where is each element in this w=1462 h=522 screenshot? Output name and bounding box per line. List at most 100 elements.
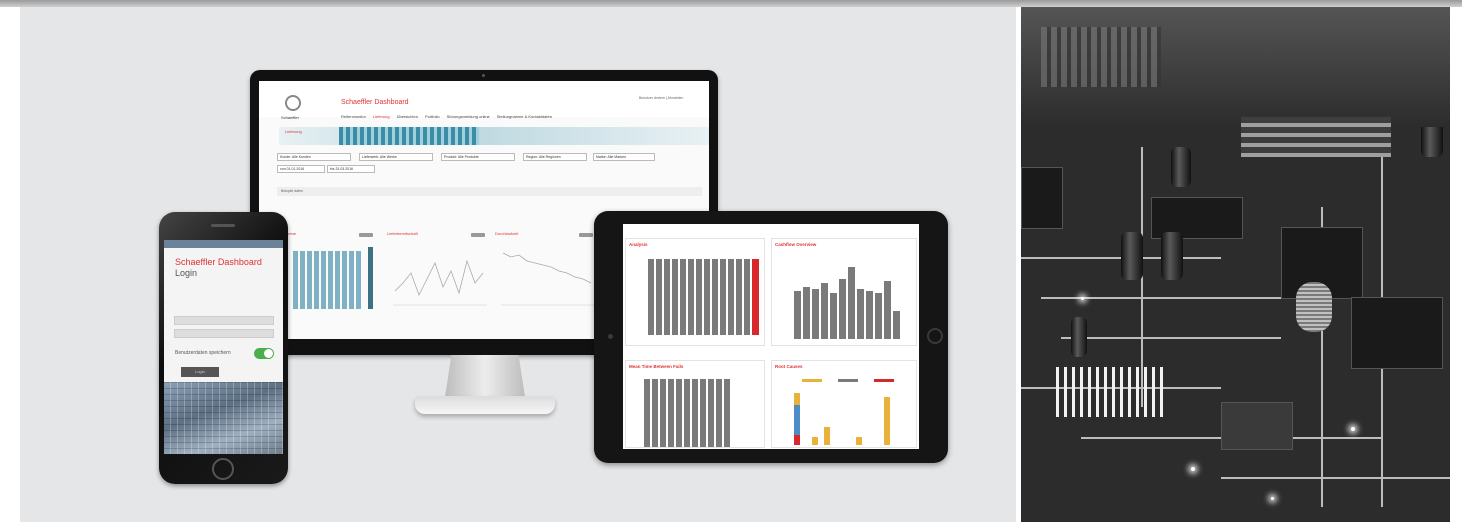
chart-bar — [676, 379, 682, 447]
header-account-links[interactable]: Benutzer ändern | Abmelden — [639, 96, 683, 100]
chart-bar — [716, 379, 722, 447]
chart-bar — [744, 259, 750, 335]
pcb-trace — [1061, 337, 1281, 339]
filter-date-to[interactable]: bis 31.03.2016 — [327, 165, 375, 173]
chart-bar — [664, 259, 670, 335]
monitor-base — [415, 396, 555, 414]
legend-swatch — [874, 379, 894, 382]
chart-bar — [812, 437, 818, 445]
chart-bar — [708, 379, 714, 447]
pcb-capacitor — [1161, 232, 1183, 280]
chart-toggle[interactable] — [359, 233, 373, 237]
chart-bar — [794, 435, 800, 445]
chart-bar — [356, 251, 361, 309]
panel-title-root-causes: Root Causes — [775, 364, 803, 369]
schaeffler-logo-icon[interactable] — [285, 95, 301, 111]
chart-bar — [328, 251, 333, 309]
pcb-chip — [1221, 402, 1293, 450]
chart-bar — [875, 293, 882, 339]
pcb-pin-header — [1056, 367, 1166, 417]
tablet-home-button[interactable] — [927, 328, 943, 344]
filter-marke[interactable]: Marke: Alle Marken — [593, 153, 655, 161]
pcb-light-glow — [1191, 467, 1195, 471]
filter-kunde[interactable]: Kunde: Alle Kunden — [277, 153, 351, 161]
pcb-chip — [1021, 167, 1063, 229]
chart-bar — [720, 259, 726, 335]
banner-image — [339, 127, 479, 145]
legend-swatch — [838, 379, 858, 382]
phone-login-heading: Login — [175, 268, 198, 278]
chart-bar — [856, 437, 862, 445]
panel-root-causes: Root Causes — [771, 360, 917, 448]
filter-region[interactable]: Region: Alle Regionen — [523, 153, 587, 161]
chart-bar — [824, 427, 830, 445]
phone-status-bar — [164, 240, 283, 248]
pcb-capacitor — [1171, 147, 1191, 187]
username-field[interactable] — [174, 316, 274, 325]
chart-bar — [830, 293, 837, 339]
info-bar: Beispiel daten — [277, 187, 702, 196]
panel-analysis: Analysis — [625, 238, 765, 346]
root-causes-bar-chart — [794, 387, 912, 445]
chart-toggle[interactable] — [579, 233, 593, 237]
lieferbereitschaft-line-chart — [393, 259, 487, 306]
pcb-components-blurred — [1241, 117, 1391, 157]
circuit-board-photo — [1021, 7, 1450, 522]
chart-bar — [342, 251, 347, 309]
chart-bar — [794, 291, 801, 339]
chart-bar — [672, 259, 678, 335]
pcb-components-blurred — [1041, 27, 1161, 87]
dashboard-nav: Reifenmonitor Lieferung Übersichten Port… — [341, 114, 552, 119]
nav-item-stoerungsmeldung[interactable]: Störungsmeldung online — [447, 114, 490, 119]
panel-cashflow-overview: Cashflow Overview — [771, 238, 917, 346]
remember-me-toggle[interactable] — [254, 348, 274, 359]
chart-bar — [736, 259, 742, 335]
nav-item-uebersichten[interactable]: Übersichten — [397, 114, 418, 119]
chart-bar — [692, 379, 698, 447]
dashboard-title: Schaeffler Dashboard — [341, 99, 409, 106]
chart-bar — [803, 287, 810, 339]
pcb-light-glow — [1081, 297, 1084, 300]
pcb-inductor-coil — [1296, 282, 1332, 332]
phone-home-button[interactable] — [212, 458, 234, 480]
pcb-chip — [1351, 297, 1443, 369]
filter-bar: Kunde: Alle Kunden Lieferwerk: Alle Werk… — [277, 153, 697, 183]
monitor-stand — [445, 355, 525, 397]
chart-bar — [680, 259, 686, 335]
chart-bar — [688, 259, 694, 335]
banner-label: Lieferung — [285, 129, 302, 134]
device-showcase-panel: Schaeffler Schaeffler Dashboard Benutzer… — [20, 7, 1016, 522]
chart-bar — [839, 279, 846, 339]
chart-bar — [857, 289, 864, 339]
chart-line — [394, 259, 484, 297]
filter-produkt[interactable]: Produkt: Alle Produkte — [441, 153, 515, 161]
nav-item-reifenmonitor[interactable]: Reifenmonitor — [341, 114, 366, 119]
chart-bar — [821, 283, 828, 339]
chart-bar — [293, 251, 298, 309]
password-field[interactable] — [174, 329, 274, 338]
chart-toggle[interactable] — [471, 233, 485, 237]
panel-title-mtbf: Mean Time Between Fails — [629, 364, 684, 369]
login-button[interactable]: Login — [181, 367, 219, 377]
tablet-device: Analysis Cashflow Overview Mean Time Bet… — [594, 211, 948, 463]
phone-speaker — [211, 224, 235, 227]
dashboard-banner: Lieferung — [279, 127, 709, 145]
chart-bar — [314, 251, 319, 309]
filter-date-from[interactable]: von 01.01.2016 — [277, 165, 325, 173]
chart-bar — [300, 251, 305, 309]
chart-bar — [644, 379, 650, 447]
pcb-capacitor — [1121, 232, 1143, 280]
chart-bar — [704, 259, 710, 335]
chart-bar — [349, 251, 354, 309]
chart-title-durchlaufzeit: Durchlaufzeit — [495, 231, 519, 236]
chart-bar — [648, 259, 654, 335]
pcb-light-glow — [1271, 497, 1274, 500]
nav-item-stellungnahme[interactable]: Stellungnahme & Kontaktdaten — [497, 114, 552, 119]
filter-lieferwerk[interactable]: Lieferwerk: Alle Werke — [359, 153, 433, 161]
chart-bar — [893, 311, 900, 339]
chart-bar — [668, 379, 674, 447]
chart-bar — [812, 289, 819, 339]
chart-bar — [884, 281, 891, 339]
nav-item-lieferung[interactable]: Lieferung — [373, 114, 390, 119]
nav-item-portfolio[interactable]: Portfolio — [425, 114, 440, 119]
